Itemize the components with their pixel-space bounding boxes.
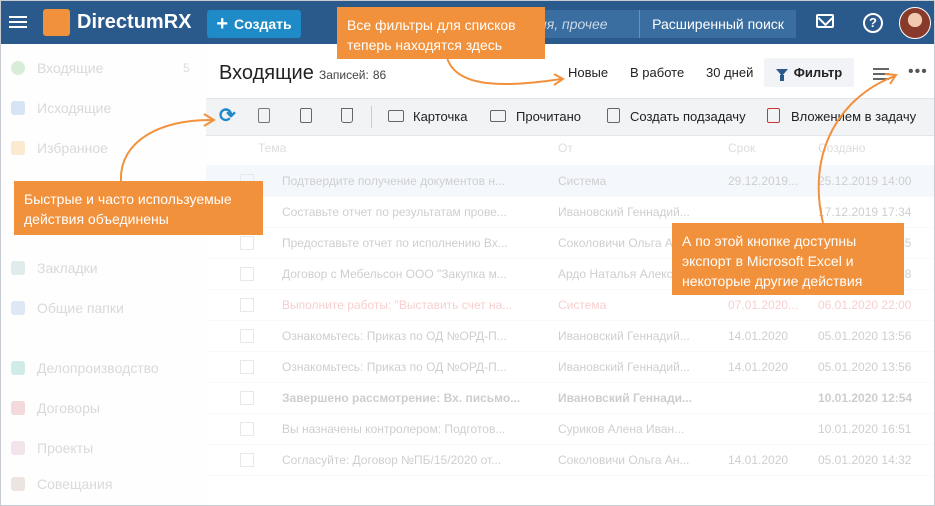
callout-quick-actions: Быстрые и часто используемые действия об… — [14, 181, 263, 235]
callout-filters: Все фильтры для списков теперь находятся… — [337, 7, 545, 59]
callout-export: А по этой кнопке доступны экспорт в Micr… — [672, 223, 904, 295]
app-window: DirectumRX + Создать ия, прочее Расширен… — [0, 0, 935, 506]
